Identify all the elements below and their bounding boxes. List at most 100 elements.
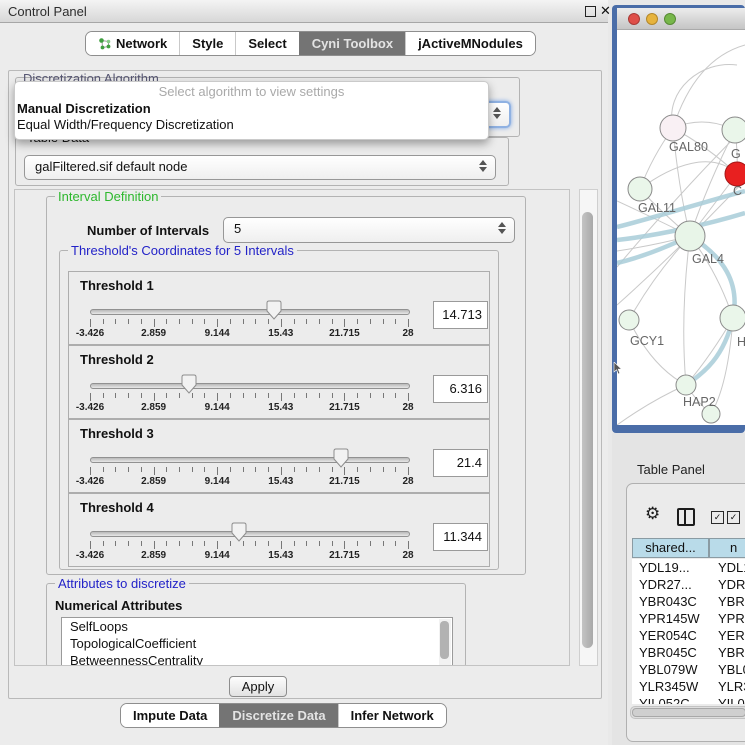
network-node-gal4[interactable]: [675, 221, 705, 251]
tick-label: -3.426: [76, 402, 104, 413]
attribute-item-topologicalcoefficient[interactable]: TopologicalCoefficient: [62, 635, 452, 652]
close-icon[interactable]: ✕: [600, 3, 611, 19]
table-row[interactable]: YIL052CYIL0: [632, 695, 745, 704]
network-view-window[interactable]: GAL80GCGAL11GAL4GCY1HHAP2: [612, 5, 745, 433]
cell-shared-name[interactable]: YER054C: [632, 627, 709, 644]
table-horizontal-scrollbar-thumb[interactable]: [632, 708, 745, 717]
num-intervals-combobox[interactable]: 5: [223, 217, 515, 243]
tick-label: 28: [402, 476, 413, 487]
zoom-traffic-light-icon[interactable]: [665, 14, 676, 25]
slider-track[interactable]: [90, 457, 410, 463]
close-traffic-light-icon[interactable]: [629, 14, 640, 25]
tick-mark: [166, 467, 167, 472]
cell-shared-name[interactable]: YBL079W: [632, 661, 709, 678]
tab-jactivemnodules[interactable]: jActiveMNodules: [405, 32, 535, 55]
cell-name[interactable]: YDL1: [709, 559, 745, 576]
cell-name[interactable]: YBR0: [709, 593, 745, 610]
column-header-name[interactable]: n: [709, 538, 745, 558]
node-label: GAL4: [692, 252, 724, 266]
tab-infer-network[interactable]: Infer Network: [338, 704, 446, 727]
slider-track[interactable]: [90, 309, 410, 315]
checkbox-icon[interactable]: ✓: [711, 511, 724, 524]
cell-shared-name[interactable]: YPR145W: [632, 610, 709, 627]
threshold-slider[interactable]: -3.4262.8599.14415.4321.71528: [69, 346, 429, 418]
float-icon[interactable]: [585, 6, 596, 17]
minimize-traffic-light-icon[interactable]: [647, 14, 658, 25]
gear-icon[interactable]: ⚙: [645, 504, 660, 524]
attribute-item-betweennesscentrality[interactable]: BetweennessCentrality: [62, 652, 452, 666]
network-node-hap2[interactable]: [676, 375, 696, 395]
cell-name[interactable]: YLR3: [709, 678, 745, 695]
slider-handle[interactable]: [266, 300, 282, 320]
attribute-item-selfloops[interactable]: SelfLoops: [62, 618, 452, 635]
cell-name[interactable]: YBL0: [709, 661, 745, 678]
attributes-list-scrollbar[interactable]: [439, 619, 451, 666]
tab-cyni-toolbox[interactable]: Cyni Toolbox: [299, 32, 405, 55]
split-view-icon[interactable]: [677, 508, 695, 526]
cell-name[interactable]: YPR1: [709, 610, 745, 627]
slider-handle[interactable]: [231, 522, 247, 542]
cell-shared-name[interactable]: YBR045C: [632, 644, 709, 661]
tick-mark: [306, 393, 307, 398]
cell-name[interactable]: YIL0: [709, 695, 745, 704]
tick-mark: [370, 319, 371, 324]
cell-shared-name[interactable]: YBR043C: [632, 593, 709, 610]
cell-shared-name[interactable]: YDR27...: [632, 576, 709, 593]
slider-track[interactable]: [90, 383, 410, 389]
attributes-list-scrollbar-thumb[interactable]: [440, 621, 449, 659]
tick-mark: [357, 541, 358, 546]
algorithm-option-equal-width-frequency-discretization[interactable]: Equal Width/Frequency Discretization: [15, 117, 488, 133]
table-row[interactable]: YBR045CYBR0: [632, 644, 745, 661]
table-row[interactable]: YER054CYER0: [632, 627, 745, 644]
table-horizontal-scrollbar[interactable]: [630, 706, 745, 719]
thresholds-fieldset: Threshold's Coordinates for 5 Intervals …: [59, 250, 499, 570]
tab-select[interactable]: Select: [235, 32, 298, 55]
table-row[interactable]: YBL079WYBL0: [632, 661, 745, 678]
cell-name[interactable]: YBR0: [709, 644, 745, 661]
column-header-shared-name[interactable]: shared...: [632, 538, 709, 558]
network-node-c[interactable]: [725, 162, 745, 186]
tick-mark: [179, 541, 180, 546]
tab-style[interactable]: Style: [179, 32, 235, 55]
slider-track[interactable]: [90, 531, 410, 537]
threshold-value-field[interactable]: 14.713: [433, 301, 488, 329]
network-node-gcy1[interactable]: [619, 310, 639, 330]
slider-handle[interactable]: [181, 374, 197, 394]
main-scrollbar-thumb[interactable]: [582, 212, 593, 648]
table-row[interactable]: YPR145WYPR1: [632, 610, 745, 627]
table-data-combobox[interactable]: galFiltered.sif default node: [24, 155, 496, 180]
threshold-slider[interactable]: -3.4262.8599.14415.4321.71528: [69, 420, 429, 492]
main-scrollbar[interactable]: [579, 189, 598, 666]
tab-impute-data[interactable]: Impute Data: [121, 704, 219, 727]
cell-shared-name[interactable]: YIL052C: [632, 695, 709, 704]
control-panel-titlebar[interactable]: Control Panel ✕: [0, 0, 608, 23]
network-node-gal11[interactable]: [628, 177, 652, 201]
cell-name[interactable]: YER0: [709, 627, 745, 644]
attributes-fieldset: Attributes to discretize Numerical Attri…: [46, 583, 466, 666]
cell-shared-name[interactable]: YDL19...: [632, 559, 709, 576]
tab-discretize-data[interactable]: Discretize Data: [219, 704, 337, 727]
slider-handle[interactable]: [333, 448, 349, 468]
tab-network[interactable]: Network: [86, 32, 179, 55]
apply-button[interactable]: Apply: [229, 676, 287, 697]
table-row[interactable]: YDR27...YDR2: [632, 576, 745, 593]
tick-label: 15.43: [268, 328, 293, 339]
table-row[interactable]: YBR043CYBR0: [632, 593, 745, 610]
threshold-value-field[interactable]: 21.4: [433, 449, 488, 477]
network-node-g[interactable]: [722, 117, 745, 143]
numerical-attributes-label: Numerical Attributes: [55, 598, 182, 613]
cell-shared-name[interactable]: YLR345W: [632, 678, 709, 695]
numerical-attributes-list[interactable]: SelfLoopsTopologicalCoefficientBetweenne…: [61, 617, 453, 666]
tick-mark: [192, 541, 193, 546]
threshold-slider[interactable]: -3.4262.8599.14415.4321.71528: [69, 494, 429, 566]
table-row[interactable]: YDL19...YDL1: [632, 559, 745, 576]
threshold-slider[interactable]: -3.4262.8599.14415.4321.71528: [69, 272, 429, 344]
network-node-gal80[interactable]: [660, 115, 686, 141]
algorithm-option-manual-discretization[interactable]: Manual Discretization: [15, 101, 488, 117]
threshold-value-field[interactable]: 6.316: [433, 375, 488, 403]
threshold-value-field[interactable]: 11.344: [433, 523, 488, 551]
table-row[interactable]: YLR345WYLR3: [632, 678, 745, 695]
network-node-h[interactable]: [720, 305, 745, 331]
checkbox-icon[interactable]: ✓: [727, 511, 740, 524]
cell-name[interactable]: YDR2: [709, 576, 745, 593]
